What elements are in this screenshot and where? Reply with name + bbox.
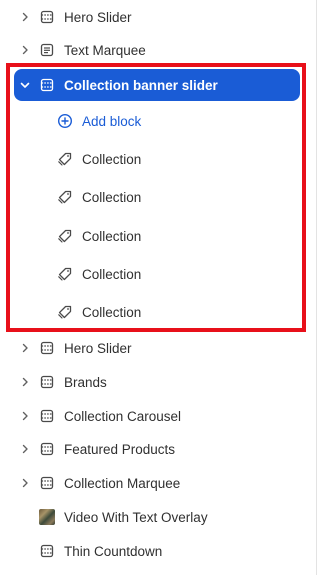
text-icon bbox=[39, 42, 55, 58]
chevron-right-icon[interactable] bbox=[17, 9, 33, 25]
tag-icon bbox=[57, 266, 73, 282]
block-item-label: Collection bbox=[82, 266, 142, 282]
video-thumbnail-icon bbox=[39, 509, 55, 525]
section-icon bbox=[39, 475, 55, 491]
block-item-label: Collection bbox=[82, 228, 142, 244]
tree-item-label: Collection Marquee bbox=[64, 475, 181, 491]
add-block-button[interactable]: Add block bbox=[0, 105, 308, 137]
section-icon bbox=[39, 374, 55, 390]
add-block-label: Add block bbox=[82, 113, 142, 129]
chevron-right-icon[interactable] bbox=[17, 374, 33, 390]
tree-item-label: Video With Text Overlay bbox=[64, 509, 208, 525]
section-icon bbox=[39, 543, 55, 559]
block-item-collection[interactable]: Collection bbox=[0, 220, 308, 252]
section-icon bbox=[39, 9, 55, 25]
tree-item-label: Hero Slider bbox=[64, 9, 132, 25]
tag-icon bbox=[57, 189, 73, 205]
section-icon bbox=[39, 340, 55, 356]
block-item-label: Collection bbox=[82, 151, 142, 167]
plus-circle-icon bbox=[57, 113, 73, 129]
block-item-collection[interactable]: Collection bbox=[0, 143, 308, 175]
tag-icon bbox=[57, 151, 73, 167]
block-item-collection[interactable]: Collection bbox=[0, 296, 308, 328]
tree-item-label: Featured Products bbox=[64, 441, 176, 457]
tree-item-thin-countdown[interactable]: Thin Countdown bbox=[0, 535, 308, 567]
tree-item-collection-banner-slider[interactable]: Collection banner slider bbox=[14, 69, 300, 101]
tree-item-label: Collection banner slider bbox=[64, 77, 218, 93]
chevron-down-icon[interactable] bbox=[17, 77, 33, 93]
chevron-right-icon[interactable] bbox=[17, 441, 33, 457]
chevron-right-icon[interactable] bbox=[17, 475, 33, 491]
tree-item-label: Hero Slider bbox=[64, 340, 132, 356]
tree-item-collection-carousel[interactable]: Collection Carousel bbox=[0, 400, 308, 432]
block-item-collection[interactable]: Collection bbox=[0, 181, 308, 213]
tag-icon bbox=[57, 228, 73, 244]
tree-item-video-with-text-overlay[interactable]: Video With Text Overlay bbox=[0, 501, 308, 533]
tree-item-text-marquee[interactable]: Text Marquee bbox=[0, 34, 308, 66]
section-tree-panel: Hero Slider Text Marquee Collection bann… bbox=[0, 0, 317, 575]
tree-item-label: Thin Countdown bbox=[64, 543, 163, 559]
chevron-right-icon[interactable] bbox=[17, 340, 33, 356]
tree-item-label: Text Marquee bbox=[64, 42, 146, 58]
section-icon bbox=[39, 77, 55, 93]
tree-item-collection-marquee[interactable]: Collection Marquee bbox=[0, 467, 308, 499]
tree-item-label: Brands bbox=[64, 374, 107, 390]
tree-item-hero-slider[interactable]: Hero Slider bbox=[0, 332, 308, 364]
section-icon bbox=[39, 441, 55, 457]
tree-item-brands[interactable]: Brands bbox=[0, 366, 308, 398]
tree-item-label: Collection Carousel bbox=[64, 408, 182, 424]
block-item-label: Collection bbox=[82, 304, 142, 320]
chevron-right-icon[interactable] bbox=[17, 408, 33, 424]
block-item-collection[interactable]: Collection bbox=[0, 258, 308, 290]
tree-item-featured-products[interactable]: Featured Products bbox=[0, 433, 308, 465]
tag-icon bbox=[57, 304, 73, 320]
section-icon bbox=[39, 408, 55, 424]
block-item-label: Collection bbox=[82, 189, 142, 205]
tree-item-hero-slider[interactable]: Hero Slider bbox=[0, 1, 308, 33]
chevron-right-icon[interactable] bbox=[17, 42, 33, 58]
